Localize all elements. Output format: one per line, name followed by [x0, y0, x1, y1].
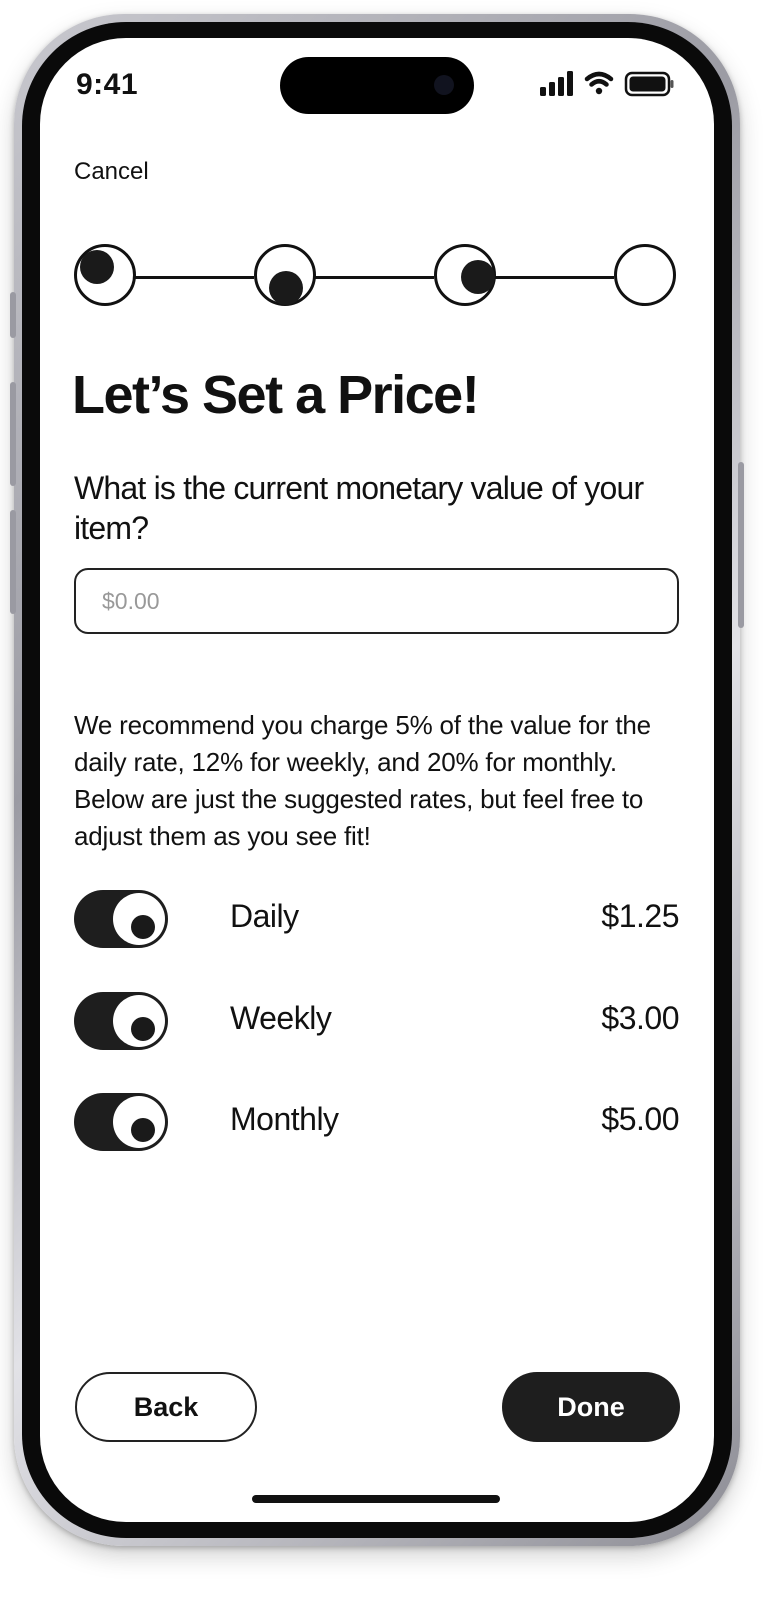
camera-icon — [434, 75, 454, 95]
rate-value[interactable]: $3.00 — [601, 1000, 679, 1037]
monthly-toggle[interactable] — [74, 1093, 168, 1151]
home-indicator[interactable] — [252, 1495, 500, 1503]
rate-row-daily: Daily $1.25 — [74, 890, 679, 950]
cellular-signal-icon — [540, 71, 573, 96]
battery-icon — [624, 71, 674, 97]
daily-toggle[interactable] — [74, 890, 168, 948]
side-button-volume-up — [10, 382, 16, 486]
side-button-power — [738, 462, 744, 628]
toggle-knob — [113, 893, 165, 945]
rate-label: Monthly — [230, 1101, 339, 1137]
price-input[interactable] — [74, 568, 679, 634]
weekly-toggle[interactable] — [74, 992, 168, 1050]
eye-pupil-icon — [131, 1017, 155, 1041]
rate-label: Weekly — [230, 1000, 332, 1036]
toggle-knob — [113, 1096, 165, 1148]
rate-row-monthly: Monthly $5.00 — [74, 1093, 679, 1153]
status-time: 9:41 — [76, 68, 139, 101]
rate-row-weekly: Weekly $3.00 — [74, 992, 679, 1052]
eye-pupil-icon — [131, 1118, 155, 1142]
page: 9:41 Cancel Let’s Set a Price! What is t… — [0, 0, 784, 1603]
rate-label: Daily — [230, 898, 299, 934]
dynamic-island — [280, 57, 474, 114]
step-3-indicator — [434, 244, 496, 306]
step-connector — [494, 276, 614, 279]
back-button[interactable]: Back — [75, 1372, 257, 1442]
eye-pupil-icon — [80, 250, 114, 284]
recommendation-text: We recommend you charge 5% of the value … — [74, 710, 651, 851]
rate-value[interactable]: $5.00 — [601, 1101, 679, 1138]
step-connector — [134, 276, 254, 279]
progress-stepper — [72, 244, 682, 312]
side-button-volume-down — [10, 510, 16, 614]
step-1-indicator — [74, 244, 136, 306]
status-icons — [540, 70, 674, 100]
price-question: What is the current monetary value of yo… — [74, 470, 644, 546]
side-button-silent — [10, 292, 16, 338]
cancel-button[interactable]: Cancel — [74, 158, 149, 186]
step-4-indicator — [614, 244, 676, 306]
step-2-indicator — [254, 244, 316, 306]
step-connector — [314, 276, 434, 279]
eye-pupil-icon — [131, 915, 155, 939]
eye-pupil-icon — [461, 260, 495, 294]
eye-pupil-icon — [269, 271, 303, 305]
toggle-knob — [113, 995, 165, 1047]
page-title: Let’s Set a Price! — [72, 365, 480, 425]
rate-value[interactable]: $1.25 — [601, 898, 679, 935]
wifi-icon — [584, 71, 614, 95]
done-button[interactable]: Done — [502, 1372, 680, 1442]
